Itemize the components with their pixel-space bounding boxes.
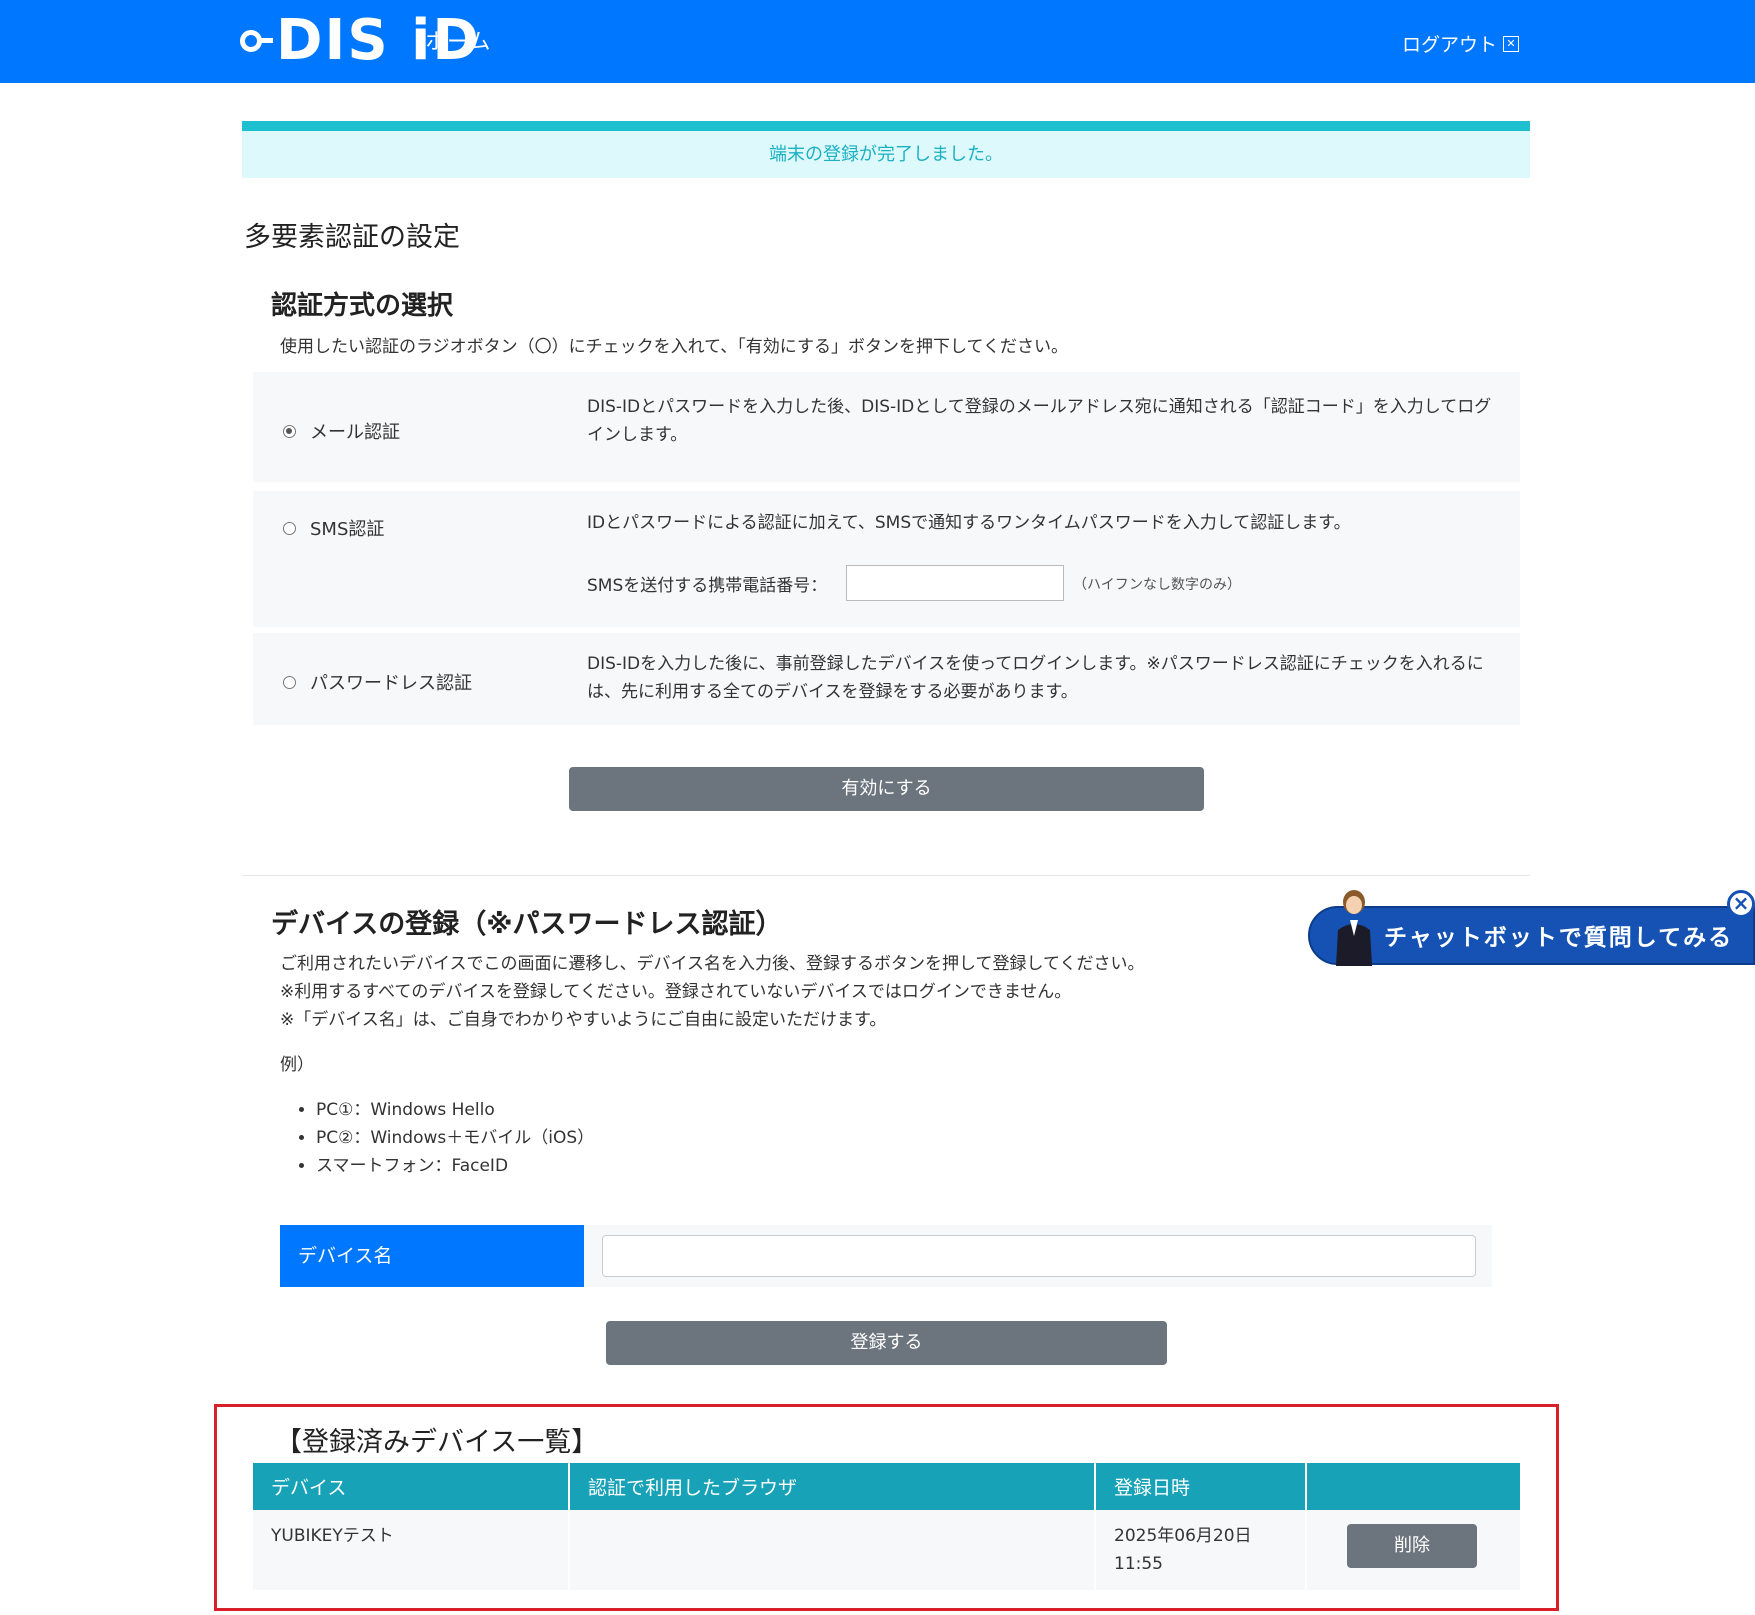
key-icon bbox=[240, 30, 273, 52]
close-box-icon: ✕ bbox=[1503, 35, 1519, 52]
registered-devices-title: 【登録済みデバイス一覧】 bbox=[275, 1427, 599, 1458]
logout-label: ログアウト bbox=[1401, 34, 1497, 56]
list-item: スマートフォン：FaceID bbox=[316, 1152, 594, 1180]
method-description: 使用したい認証のラジオボタン（〇）にチェックを入れて、「有効にする」ボタンを押下… bbox=[280, 337, 1068, 357]
option-sms-auth: SMS認証 IDとパスワードによる認証に加えて、SMSで通知するワンタイムパスワ… bbox=[253, 491, 1520, 627]
example-list: PC①：Windows Hello PC②：Windows＋モバイル（iOS） … bbox=[316, 1096, 594, 1180]
cell-browser bbox=[569, 1510, 1096, 1590]
option-label: メール認証 bbox=[310, 422, 400, 443]
radio-mail-auth[interactable]: メール認証 bbox=[283, 418, 400, 444]
sms-phone-label: SMSを送付する携帯電話番号： bbox=[587, 576, 828, 596]
date-text: 2025年06月20日 bbox=[1114, 1526, 1252, 1546]
cell-device: YUBIKEYテスト bbox=[253, 1510, 570, 1590]
option-label: パスワードレス認証 bbox=[310, 673, 472, 694]
option-description: IDとパスワードによる認証に加えて、SMSで通知するワンタイムパスワードを入力し… bbox=[587, 513, 1351, 533]
radio-passwordless-auth[interactable]: パスワードレス認証 bbox=[283, 669, 472, 695]
enable-button[interactable]: 有効にする bbox=[569, 767, 1204, 811]
device-name-input[interactable] bbox=[602, 1235, 1476, 1277]
list-item: PC②：Windows＋モバイル（iOS） bbox=[316, 1124, 594, 1152]
table-row: YUBIKEYテスト 2025年06月20日 11:55 削除 bbox=[253, 1510, 1520, 1590]
logout-link[interactable]: ログアウト ✕ bbox=[1402, 30, 1519, 57]
chatbot-label: チャットボットで質問してみる bbox=[1384, 925, 1734, 951]
device-reg-description: ご利用されたいデバイスでこの画面に遷移し、デバイス名を入力後、登録するボタンを押… bbox=[280, 950, 1144, 1034]
desc-line: ※「デバイス名」は、ご自身でわかりやすいようにご自由に設定いただけます。 bbox=[280, 1010, 887, 1030]
device-name-label: デバイス名 bbox=[280, 1225, 584, 1287]
device-reg-title: デバイスの登録（※パスワードレス認証） bbox=[271, 909, 783, 940]
option-label: SMS認証 bbox=[310, 519, 385, 540]
option-passwordless-auth: パスワードレス認証 DIS-IDを入力した後に、事前登録したデバイスを使ってログ… bbox=[253, 633, 1520, 725]
section-divider bbox=[242, 875, 1530, 876]
option-description: DIS-IDとパスワードを入力した後、DIS-IDとして登録のメールアドレス宛に… bbox=[587, 397, 1492, 445]
top-header: DIS iD ホーム ログアウト ✕ bbox=[0, 0, 1755, 83]
cell-date: 2025年06月20日 11:55 bbox=[1095, 1510, 1307, 1590]
page-title: 多要素認証の設定 bbox=[244, 222, 460, 253]
radio-unchecked-icon bbox=[283, 675, 296, 689]
column-header-browser: 認証で利用したブラウザ bbox=[569, 1463, 1096, 1510]
example-label: 例） bbox=[280, 1055, 314, 1075]
sms-phone-input[interactable] bbox=[846, 565, 1064, 601]
column-header-device: デバイス bbox=[253, 1463, 570, 1510]
time-text: 11:55 bbox=[1114, 1554, 1163, 1574]
operator-avatar-icon bbox=[1336, 890, 1372, 966]
radio-sms-auth[interactable]: SMS認証 bbox=[283, 515, 384, 541]
desc-line: ご利用されたいデバイスでこの画面に遷移し、デバイス名を入力後、登録するボタンを押… bbox=[280, 954, 1145, 974]
list-item: PC①：Windows Hello bbox=[316, 1096, 594, 1124]
desc-line: ※利用するすべてのデバイスを登録してください。登録されていないデバイスではログイ… bbox=[280, 982, 1072, 1002]
column-header-action bbox=[1306, 1463, 1520, 1510]
radio-unchecked-icon bbox=[283, 521, 296, 535]
home-link[interactable]: ホーム bbox=[425, 24, 490, 56]
registered-devices-table: デバイス 認証で利用したブラウザ 登録日時 YUBIKEYテスト 2025年06… bbox=[253, 1463, 1520, 1590]
method-section-title: 認証方式の選択 bbox=[271, 291, 454, 321]
register-button[interactable]: 登録する bbox=[606, 1321, 1167, 1365]
cell-action: 削除 bbox=[1306, 1510, 1520, 1590]
column-header-date: 登録日時 bbox=[1095, 1463, 1307, 1510]
device-name-row: デバイス名 bbox=[280, 1225, 1492, 1287]
option-description: DIS-IDを入力した後に、事前登録したデバイスを使ってログインします。※パスワ… bbox=[587, 654, 1484, 702]
chatbot-close-icon[interactable]: × bbox=[1727, 890, 1755, 918]
option-mail-auth: メール認証 DIS-IDとパスワードを入力した後、DIS-IDとして登録のメール… bbox=[253, 372, 1520, 482]
delete-button[interactable]: 削除 bbox=[1347, 1524, 1477, 1568]
sms-phone-hint: （ハイフンなし数字のみ） bbox=[1073, 577, 1241, 593]
radio-checked-icon bbox=[283, 424, 296, 438]
success-alert: 端末の登録が完了しました。 bbox=[242, 121, 1530, 178]
